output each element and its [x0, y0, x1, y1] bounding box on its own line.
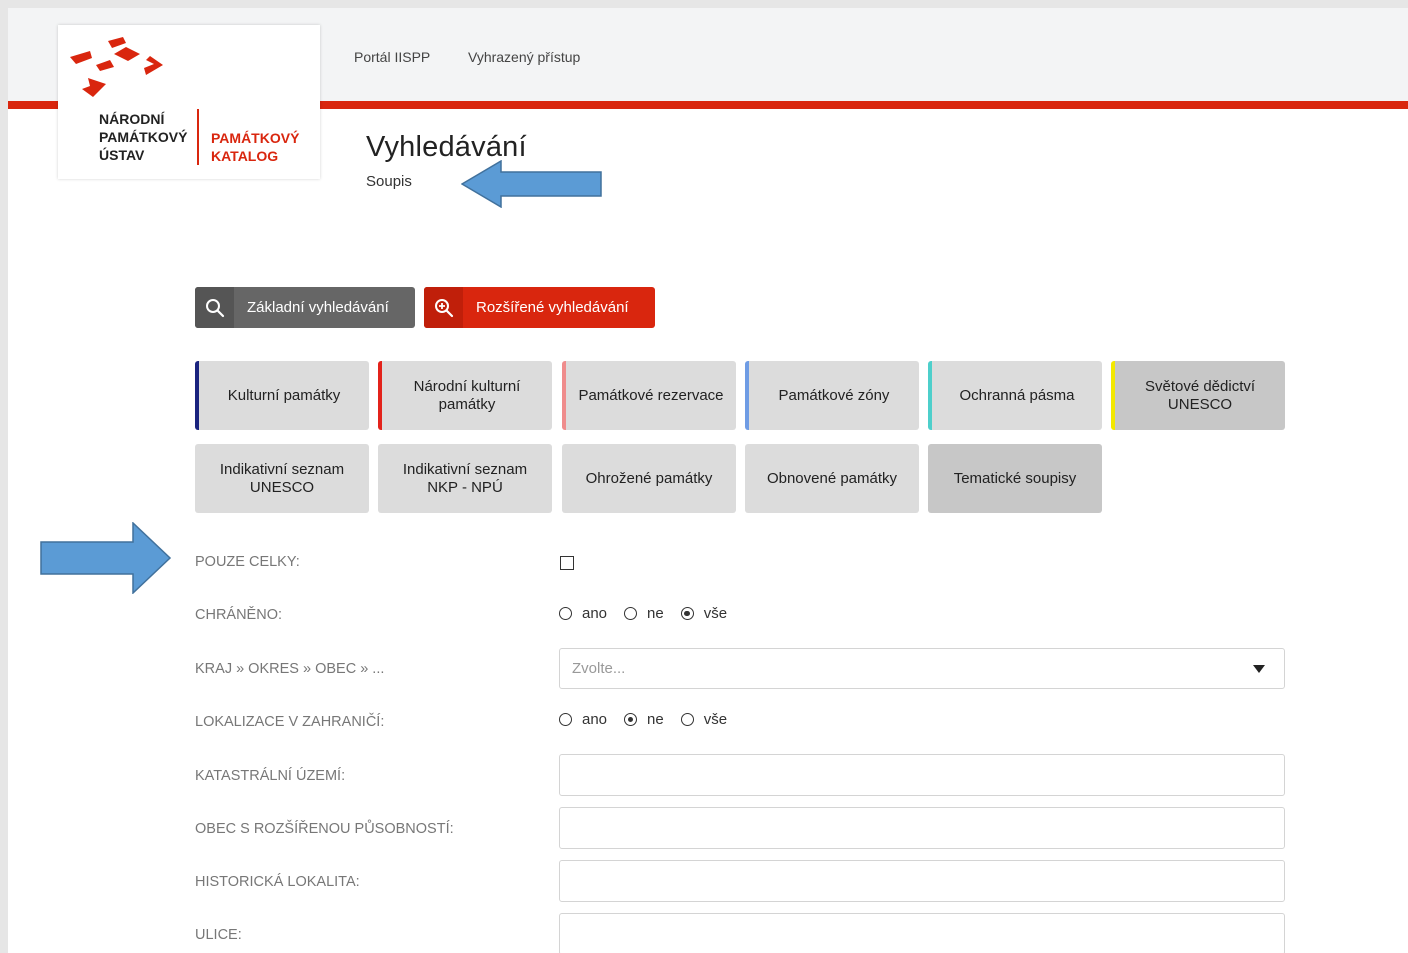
- lokalizace-radio-ano[interactable]: ano: [559, 711, 607, 728]
- category-tile-indikativni-seznam-nkp[interactable]: Indikativní seznam NKP - NPÚ: [378, 444, 552, 513]
- radio-button[interactable]: [624, 607, 638, 620]
- kraj-okres-obec-select[interactable]: Zvolte...: [559, 648, 1285, 689]
- lokalizace-radio-ne[interactable]: ne: [624, 711, 664, 728]
- ulice-label: ULICE:: [195, 927, 242, 943]
- category-tile-kulturni-pamatky[interactable]: Kulturní památky: [195, 361, 369, 430]
- radio-button-selected[interactable]: [624, 713, 638, 726]
- lokalizace-label: LOKALIZACE V ZAHRANIČÍ:: [195, 714, 385, 730]
- orp-input[interactable]: [559, 807, 1285, 849]
- chraneno-radio-ano[interactable]: ano: [559, 605, 607, 622]
- category-tile-pamatkove-zony[interactable]: Památkové zóny: [745, 361, 919, 430]
- logo-divider: [197, 109, 199, 165]
- logo[interactable]: NÁRODNÍ PAMÁTKOVÝ ÚSTAV PAMÁTKOVÝ KATALO…: [58, 25, 320, 179]
- radio-label: ne: [647, 711, 664, 728]
- category-tile-pamatkove-rezervace[interactable]: Památkové rezervace: [562, 361, 736, 430]
- select-placeholder: Zvolte...: [572, 660, 626, 677]
- nav-link-restricted-access[interactable]: Vyhrazený přístup: [468, 49, 580, 65]
- lokalizace-radio-group: ano ne vše: [559, 711, 744, 728]
- radio-button-selected[interactable]: [680, 607, 694, 620]
- category-tile-narodni-kulturni-pamatky[interactable]: Národní kulturní památky: [378, 361, 552, 430]
- chraneno-radio-group: ano ne vše: [559, 605, 744, 622]
- logo-katalog-text: PAMÁTKOVÝ KATALOG: [211, 130, 300, 164]
- logo-npu-text: NÁRODNÍ PAMÁTKOVÝ ÚSTAV: [99, 111, 188, 163]
- radio-button[interactable]: [559, 713, 572, 726]
- radio-label: ne: [647, 605, 664, 622]
- historicka-lokalita-input[interactable]: [559, 860, 1285, 902]
- nav-link-portal[interactable]: Portál IISPP: [354, 49, 430, 65]
- kraj-okres-obec-label: KRAJ » OKRES » OBEC » ...: [195, 661, 385, 677]
- category-tile-svetove-dedictvi-unesco[interactable]: Světové dědictví UNESCO: [1111, 361, 1285, 430]
- radio-label: ano: [582, 605, 608, 622]
- ulice-input[interactable]: [559, 913, 1285, 953]
- pouze-celky-checkbox[interactable]: [560, 556, 574, 570]
- advanced-search-label: Rozšířené vyhledávání: [476, 299, 629, 316]
- page-subtitle: Soupis: [366, 173, 412, 190]
- chraneno-radio-ne[interactable]: ne: [624, 605, 664, 622]
- katastralni-uzemi-label: KATASTRÁLNÍ ÚZEMÍ:: [195, 768, 346, 784]
- radio-label: vše: [703, 711, 728, 728]
- historicka-lokalita-label: HISTORICKÁ LOKALITA:: [195, 874, 360, 890]
- lokalizace-radio-vse[interactable]: vše: [680, 711, 728, 728]
- npu-logo-mark-icon: [70, 37, 163, 97]
- category-tile-ochranna-pasma[interactable]: Ochranná pásma: [928, 361, 1102, 430]
- callout-arrow-right-icon: [40, 522, 172, 594]
- orp-label: OBEC S ROZŠÍŘENOU PŮSOBNOSTÍ:: [195, 821, 454, 837]
- category-tile-ohrozene-pamatky[interactable]: Ohrožené památky: [562, 444, 736, 513]
- caret-down-icon: [1253, 664, 1265, 673]
- chraneno-label: CHRÁNĚNO:: [195, 607, 283, 623]
- basic-search-label: Základní vyhledávání: [247, 299, 389, 316]
- page: NÁRODNÍ PAMÁTKOVÝ ÚSTAV PAMÁTKOVÝ KATALO…: [8, 8, 1408, 953]
- category-tile-tematicke-soupisy[interactable]: Tematické soupisy: [928, 444, 1102, 513]
- search-icon: [195, 287, 234, 328]
- chraneno-radio-vse[interactable]: vše: [680, 605, 728, 622]
- radio-button[interactable]: [680, 713, 694, 726]
- category-tile-indikativni-seznam-unesco[interactable]: Indikativní seznam UNESCO: [195, 444, 369, 513]
- zoom-in-icon: [424, 287, 463, 328]
- pouze-celky-label: POUZE CELKY:: [195, 554, 300, 570]
- category-tile-obnovene-pamatky[interactable]: Obnovené památky: [745, 444, 919, 513]
- radio-label: ano: [582, 711, 608, 728]
- advanced-search-button[interactable]: Rozšířené vyhledávání: [424, 287, 655, 328]
- radio-button[interactable]: [559, 607, 572, 620]
- basic-search-button[interactable]: Základní vyhledávání: [195, 287, 415, 328]
- katastralni-uzemi-input[interactable]: [559, 754, 1285, 796]
- callout-arrow-left-icon: [461, 160, 602, 208]
- radio-label: vše: [703, 605, 728, 622]
